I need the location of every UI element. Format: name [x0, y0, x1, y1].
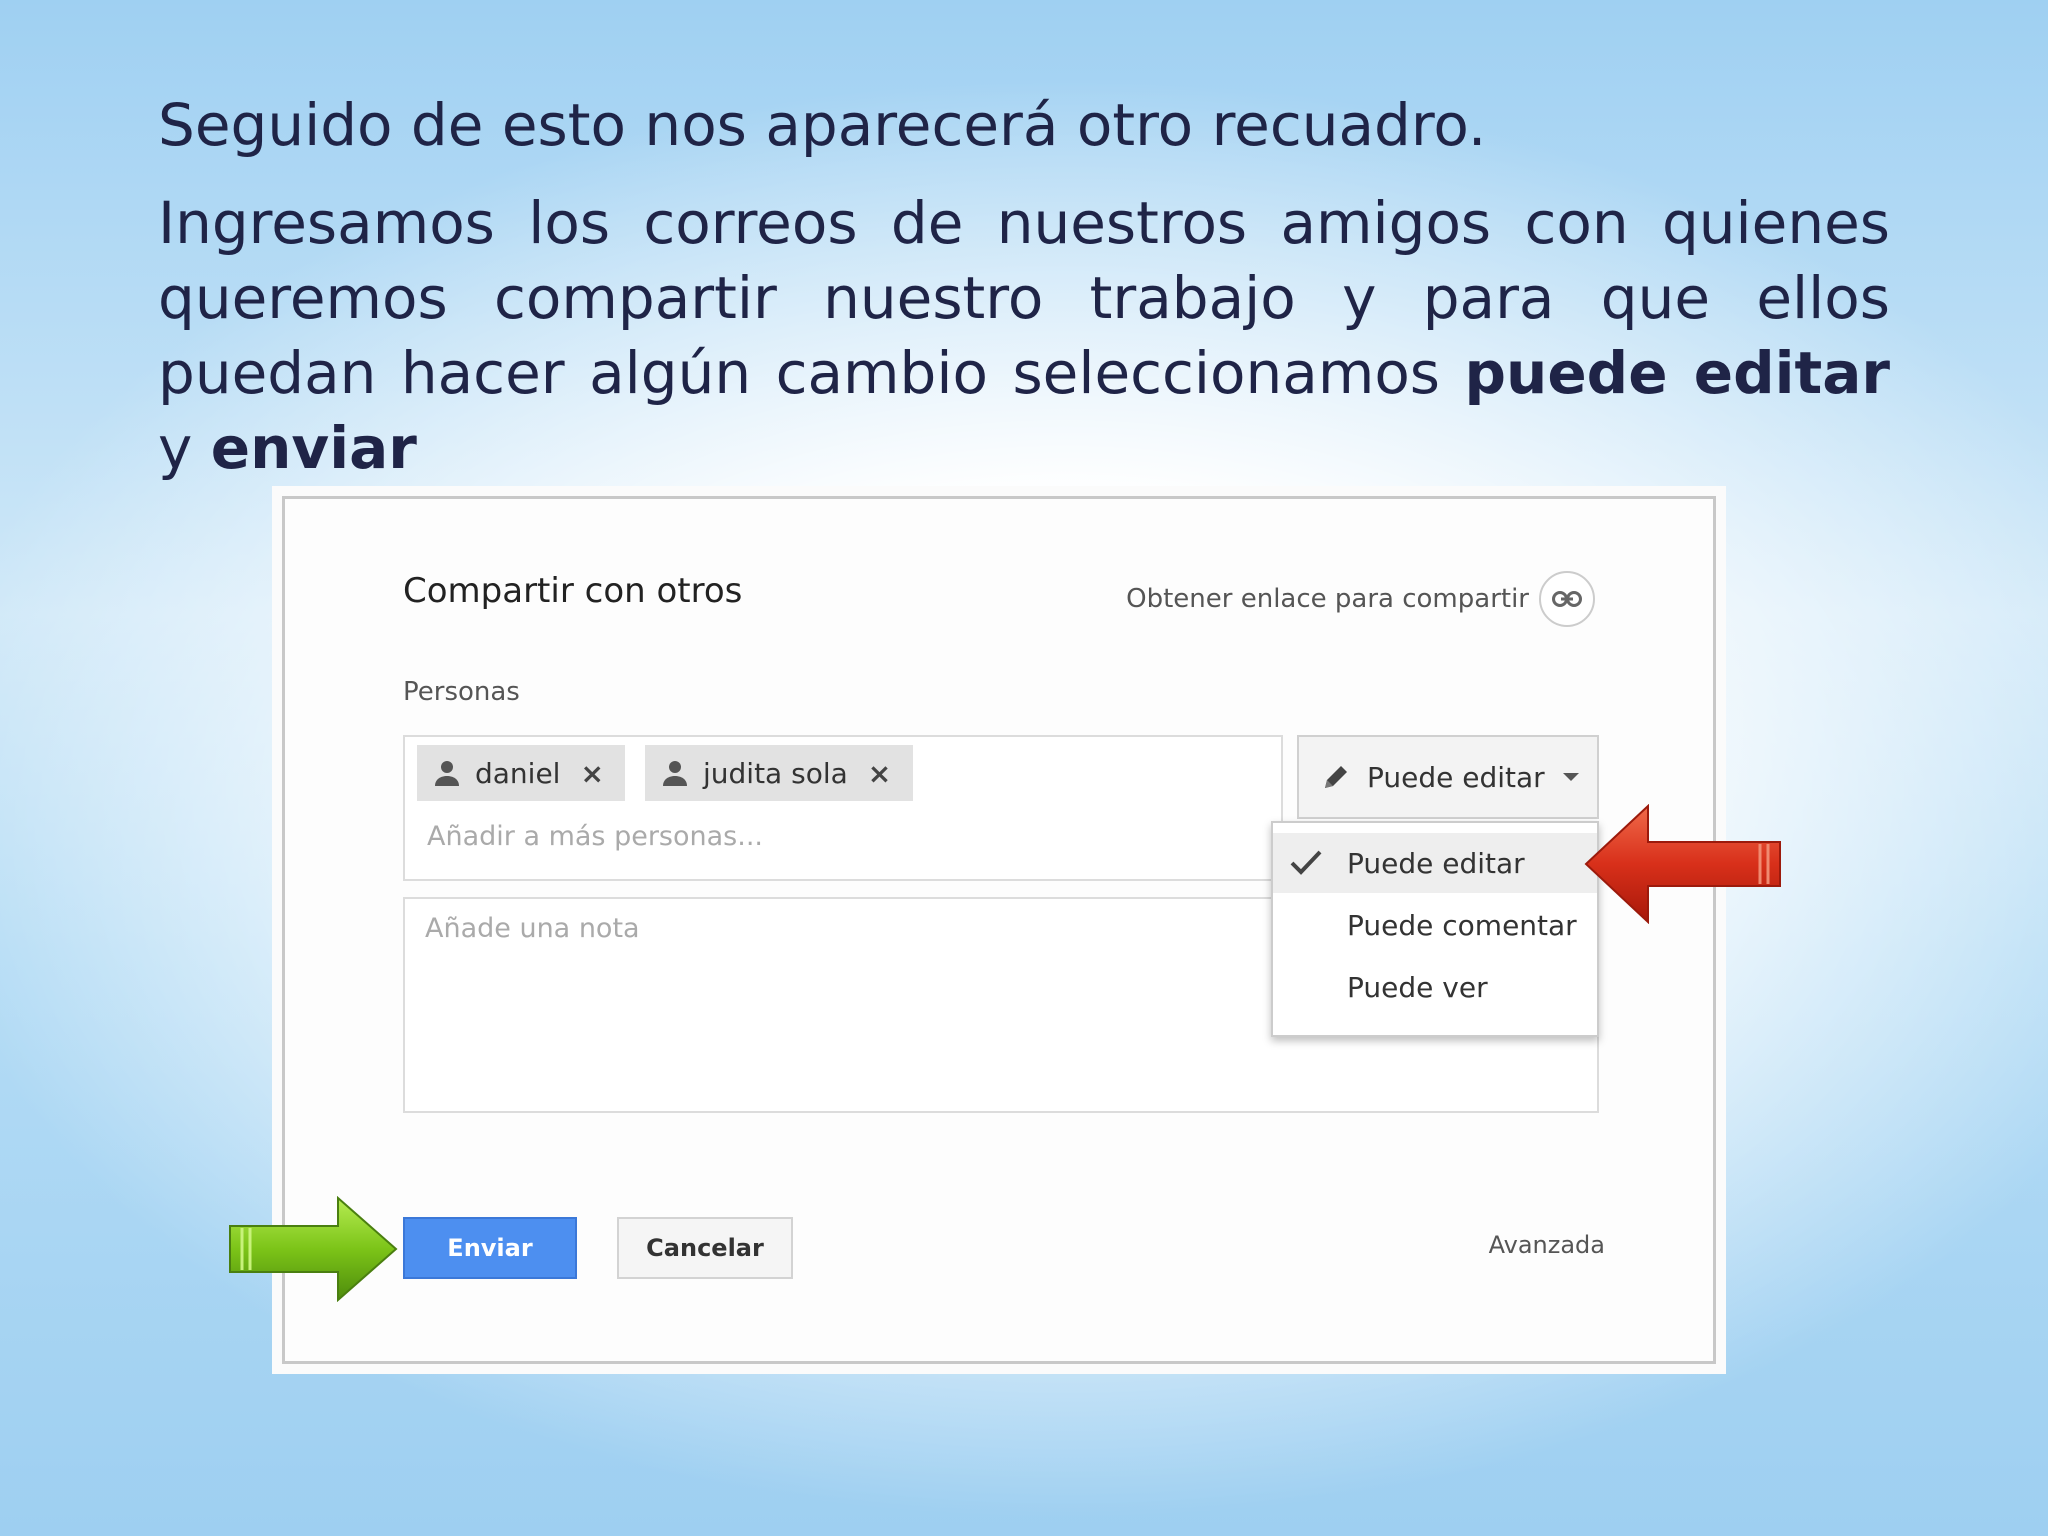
bold-enviar: enviar [210, 414, 417, 482]
link-icon[interactable] [1539, 571, 1595, 627]
chip-name: judita sola [703, 756, 848, 790]
check-icon [1290, 850, 1322, 875]
permission-menu: Puede editar Puede comentar Puede ver [1271, 821, 1599, 1037]
people-label: Personas [403, 677, 520, 707]
remove-chip-icon[interactable]: × [580, 757, 603, 790]
get-link-button[interactable]: Obtener enlace para compartir [1126, 571, 1595, 627]
slide-line-1: Seguido de esto nos aparecerá otro recua… [158, 91, 1487, 159]
chip-name: daniel [475, 756, 561, 790]
bold-puede-editar: puede editar [1464, 339, 1890, 407]
person-icon [435, 761, 459, 786]
person-chip[interactable]: judita sola × [645, 745, 913, 801]
share-dialog: Compartir con otros Obtener enlace para … [282, 496, 1716, 1364]
person-chip[interactable]: daniel × [417, 745, 625, 801]
pencil-icon [1325, 766, 1347, 788]
slide-paragraph-2: Ingresamos los correos de nuestros amigo… [158, 186, 1890, 486]
green-arrow-icon [229, 1196, 398, 1302]
red-arrow-icon [1584, 804, 1781, 924]
chevron-down-icon [1562, 773, 1579, 781]
get-link-label: Obtener enlace para compartir [1126, 584, 1529, 614]
menu-item-label: Puede ver [1347, 970, 1488, 1004]
menu-item-puede-comentar[interactable]: Puede comentar [1273, 895, 1597, 955]
person-icon [663, 761, 687, 786]
dialog-title: Compartir con otros [403, 571, 743, 611]
note-placeholder: Añade una nota [425, 913, 640, 944]
send-button[interactable]: Enviar [403, 1217, 577, 1279]
advanced-link[interactable]: Avanzada [1489, 1231, 1605, 1259]
menu-item-puede-editar[interactable]: Puede editar [1273, 833, 1597, 893]
menu-item-label: Puede comentar [1347, 908, 1577, 942]
add-people-placeholder[interactable]: Añadir a más personas... [427, 821, 763, 852]
paragraph-text-join: y [158, 414, 211, 482]
people-input[interactable]: daniel × judita sola × Añadir a más pers… [403, 735, 1283, 881]
menu-item-puede-ver[interactable]: Puede ver [1273, 957, 1597, 1017]
remove-chip-icon[interactable]: × [868, 757, 891, 790]
permission-dropdown[interactable]: Puede editar [1297, 735, 1599, 819]
permission-selected: Puede editar [1367, 760, 1545, 794]
menu-item-label: Puede editar [1347, 846, 1525, 880]
cancel-button[interactable]: Cancelar [617, 1217, 793, 1279]
